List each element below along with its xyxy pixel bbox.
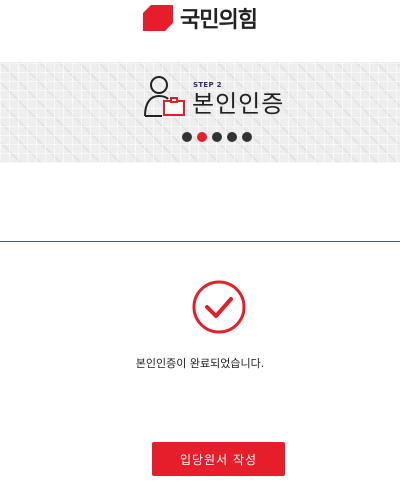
step-dot-3	[212, 132, 222, 142]
logo-text: 국민의힘	[180, 8, 258, 33]
step-dot-4	[227, 132, 237, 142]
page: 국민의힘 STEP 2 본인인증 본인인증이 완료되었습니다. 입당원서 작성	[0, 0, 400, 484]
step-dot-1	[182, 132, 192, 142]
step-progress-dots	[182, 132, 252, 142]
user-id-card-icon	[144, 76, 185, 117]
write-application-button[interactable]: 입당원서 작성	[152, 442, 285, 476]
step-dot-2-current	[197, 132, 207, 142]
completion-message: 본인인증이 완료되었습니다.	[135, 357, 265, 370]
party-logo[interactable]: 국민의힘	[143, 2, 258, 34]
party-logo-mark-icon	[143, 5, 174, 31]
site-header: 국민의힘	[0, 0, 400, 62]
step-title: 본인인증	[192, 90, 285, 118]
step-label: STEP 2	[193, 81, 222, 89]
section-divider	[0, 241, 400, 242]
check-circle-icon	[192, 280, 246, 334]
step-dot-5	[242, 132, 252, 142]
